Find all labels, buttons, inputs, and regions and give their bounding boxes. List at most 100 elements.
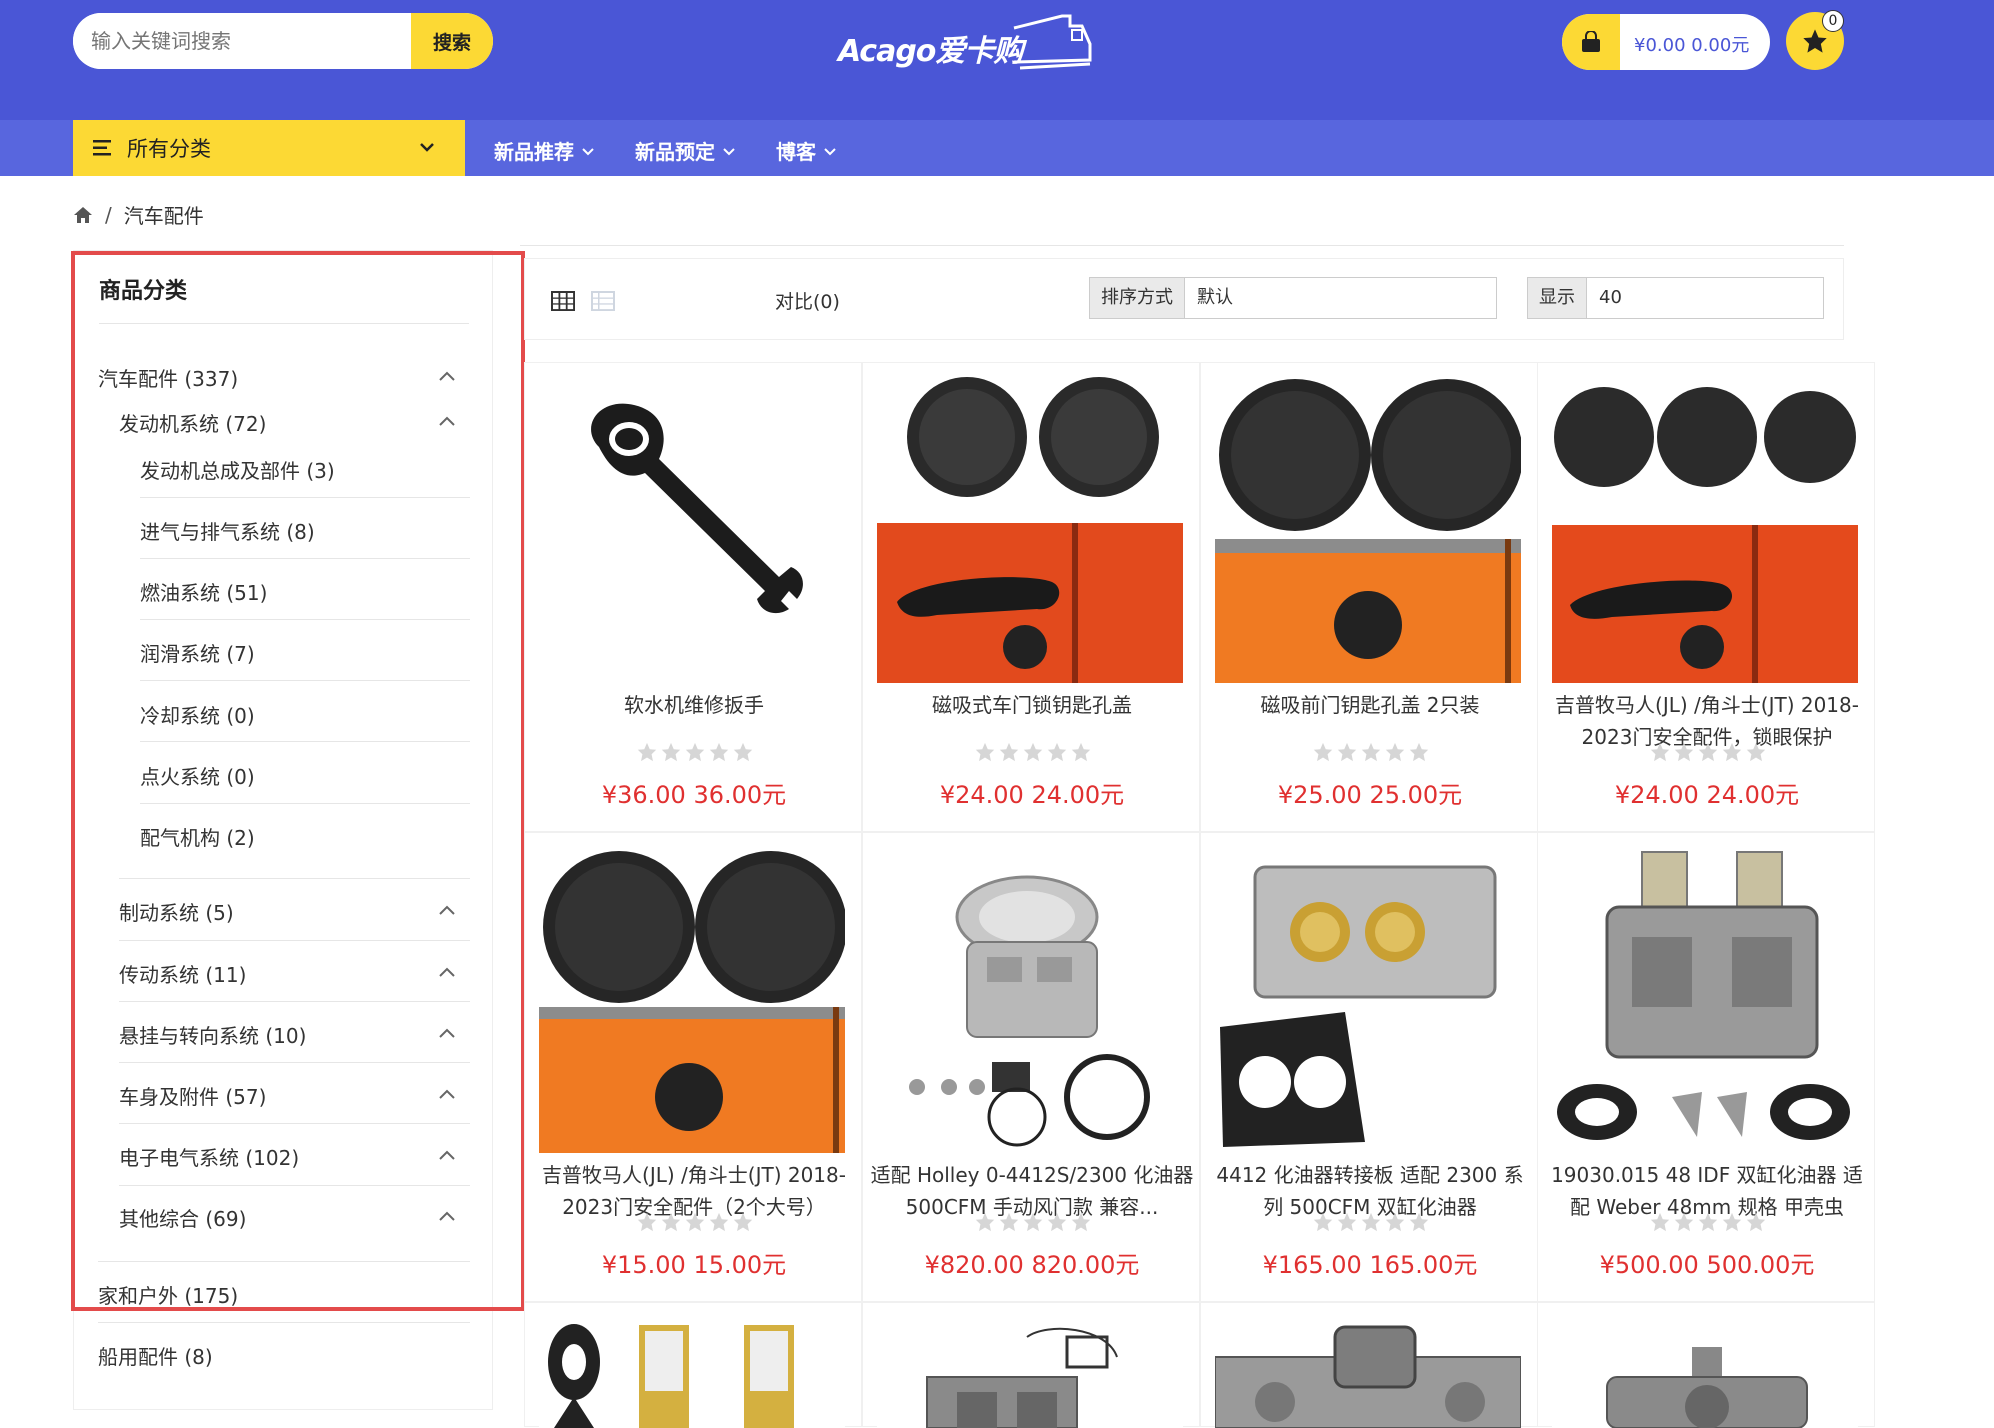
product-image[interactable] bbox=[539, 847, 845, 1153]
chevron-down-icon bbox=[420, 143, 434, 152]
product-image[interactable] bbox=[877, 1317, 1183, 1428]
product-price: ¥24.00 24.00元 bbox=[1614, 781, 1800, 809]
product-image[interactable] bbox=[539, 1317, 845, 1428]
all-categories-label: 所有分类 bbox=[127, 137, 211, 161]
rating-stars bbox=[1306, 1211, 1436, 1233]
chevron-down-icon bbox=[723, 148, 735, 156]
product-name[interactable]: 磁吸前门钥匙孔盖 2只装 bbox=[1207, 689, 1533, 721]
rating-stars bbox=[630, 1211, 760, 1233]
nav-item-label: 新品推荐 bbox=[494, 140, 574, 164]
star-empty-icon bbox=[661, 742, 681, 762]
sort-label: 排序方式 bbox=[1089, 277, 1185, 319]
rating-stars bbox=[968, 1211, 1098, 1233]
star-empty-icon bbox=[1650, 1212, 1670, 1232]
product-card[interactable] bbox=[862, 1302, 1200, 1428]
product-card[interactable]: 吉普牧马人(JL) /角斗士(JT) 2018-2023门安全配件（2个大号） … bbox=[524, 832, 862, 1302]
nav-item-label: 博客 bbox=[776, 140, 816, 164]
star-empty-icon bbox=[1047, 742, 1067, 762]
nav-item-preorder[interactable]: 新品预定 bbox=[635, 136, 736, 165]
star-empty-icon bbox=[1361, 1212, 1381, 1232]
star-empty-icon bbox=[1674, 1212, 1694, 1232]
grid-view-icon[interactable] bbox=[551, 291, 575, 311]
star-empty-icon bbox=[1313, 742, 1333, 762]
star-empty-icon bbox=[1337, 742, 1357, 762]
logo-text: Acago爱卡购 bbox=[838, 34, 1023, 69]
nav-item-new-arrivals[interactable]: 新品推荐 bbox=[494, 136, 595, 165]
product-image[interactable] bbox=[1552, 1317, 1858, 1428]
product-price: ¥25.00 25.00元 bbox=[1277, 781, 1463, 809]
compare-link[interactable]: 对比(0) bbox=[775, 287, 840, 314]
star-empty-icon bbox=[999, 742, 1019, 762]
product-card[interactable]: 适配 Holley 0-4412S/2300 化油器 500CFM 手动风门款 … bbox=[862, 832, 1200, 1302]
product-image[interactable] bbox=[1215, 847, 1521, 1153]
site-logo[interactable]: Acago爱卡购 bbox=[838, 12, 1092, 80]
star-empty-icon bbox=[975, 742, 995, 762]
star-empty-icon bbox=[1071, 742, 1091, 762]
product-card[interactable]: 吉普牧马人(JL) /角斗士(JT) 2018-2023门安全配件，锁眼保护 ¥… bbox=[1537, 362, 1875, 832]
product-image[interactable] bbox=[1552, 377, 1858, 683]
product-name[interactable]: 软水机维修扳手 bbox=[531, 689, 857, 721]
home-icon[interactable] bbox=[73, 206, 93, 224]
star-empty-icon bbox=[661, 1212, 681, 1232]
product-image[interactable] bbox=[1552, 847, 1858, 1153]
sort-select[interactable]: 默认 bbox=[1184, 277, 1497, 319]
star-empty-icon bbox=[975, 1212, 995, 1232]
star-empty-icon bbox=[733, 1212, 753, 1232]
rating-stars bbox=[630, 741, 760, 763]
product-card[interactable]: 软水机维修扳手 ¥36.00 36.00元 bbox=[524, 362, 862, 832]
cart-widget[interactable]: ¥0.00 0.00元 bbox=[1562, 14, 1770, 70]
search-button[interactable]: 搜索 bbox=[411, 13, 493, 69]
show-label: 显示 bbox=[1527, 277, 1587, 319]
product-card[interactable]: 磁吸前门钥匙孔盖 2只装 ¥25.00 25.00元 bbox=[1200, 362, 1538, 832]
all-categories-dropdown[interactable]: 所有分类 bbox=[73, 120, 465, 176]
star-empty-icon bbox=[1361, 742, 1381, 762]
show-count-select[interactable]: 40 bbox=[1586, 277, 1824, 319]
nav-item-blog[interactable]: 博客 bbox=[776, 136, 837, 165]
product-image[interactable] bbox=[1215, 1317, 1521, 1428]
nav-item-label: 新品预定 bbox=[635, 140, 715, 164]
star-empty-icon bbox=[1023, 1212, 1043, 1232]
star-empty-icon bbox=[1047, 1212, 1067, 1232]
breadcrumb-current: 汽车配件 bbox=[123, 204, 204, 228]
rating-stars bbox=[1643, 1211, 1773, 1233]
product-image[interactable] bbox=[1215, 377, 1521, 683]
star-empty-icon bbox=[733, 742, 753, 762]
product-card[interactable] bbox=[1200, 1302, 1538, 1428]
product-card[interactable]: 磁吸式车门锁钥匙孔盖 ¥24.00 24.00元 bbox=[862, 362, 1200, 832]
product-image[interactable] bbox=[877, 377, 1183, 683]
star-empty-icon bbox=[1409, 1212, 1429, 1232]
product-image[interactable] bbox=[539, 377, 845, 683]
product-price: ¥820.00 820.00元 bbox=[924, 1251, 1140, 1279]
divider bbox=[98, 1322, 470, 1323]
product-card[interactable]: 19030.015 48 IDF 双缸化油器 适配 Weber 48mm 规格 … bbox=[1537, 832, 1875, 1302]
rating-stars bbox=[968, 741, 1098, 763]
list-view-icon[interactable] bbox=[591, 291, 615, 311]
product-card[interactable]: 4412 化油器转接板 适配 2300 系列 500CFM 双缸化油器 ¥165… bbox=[1200, 832, 1538, 1302]
search-input[interactable] bbox=[73, 13, 411, 69]
chevron-down-icon bbox=[824, 148, 836, 156]
star-empty-icon bbox=[1674, 742, 1694, 762]
site-header: 搜索 Acago爱卡购 ¥0.00 0.00元 0 bbox=[0, 0, 1994, 120]
chevron-down-icon bbox=[582, 148, 594, 156]
star-empty-icon bbox=[1313, 1212, 1333, 1232]
cart-total: ¥0.00 0.00元 bbox=[1634, 35, 1750, 56]
star-empty-icon bbox=[1722, 742, 1742, 762]
category-marine-parts[interactable]: 船用配件 (8) bbox=[98, 1341, 213, 1370]
star-empty-icon bbox=[709, 1212, 729, 1232]
product-price: ¥500.00 500.00元 bbox=[1599, 1251, 1815, 1279]
star-empty-icon bbox=[637, 1212, 657, 1232]
product-card[interactable] bbox=[524, 1302, 862, 1428]
star-empty-icon bbox=[1746, 1212, 1766, 1232]
star-empty-icon bbox=[685, 1212, 705, 1232]
menu-icon bbox=[93, 140, 111, 156]
product-name[interactable]: 磁吸式车门锁钥匙孔盖 bbox=[869, 689, 1195, 721]
main-nav: 所有分类 新品推荐 新品预定 博客 bbox=[0, 120, 1994, 176]
product-card[interactable] bbox=[1537, 1302, 1875, 1428]
star-empty-icon bbox=[999, 1212, 1019, 1232]
divider bbox=[520, 245, 1844, 246]
shopping-bag-icon bbox=[1562, 14, 1620, 70]
star-empty-icon bbox=[685, 742, 705, 762]
product-image[interactable] bbox=[877, 847, 1183, 1153]
star-empty-icon bbox=[709, 742, 729, 762]
product-price: ¥24.00 24.00元 bbox=[939, 781, 1125, 809]
